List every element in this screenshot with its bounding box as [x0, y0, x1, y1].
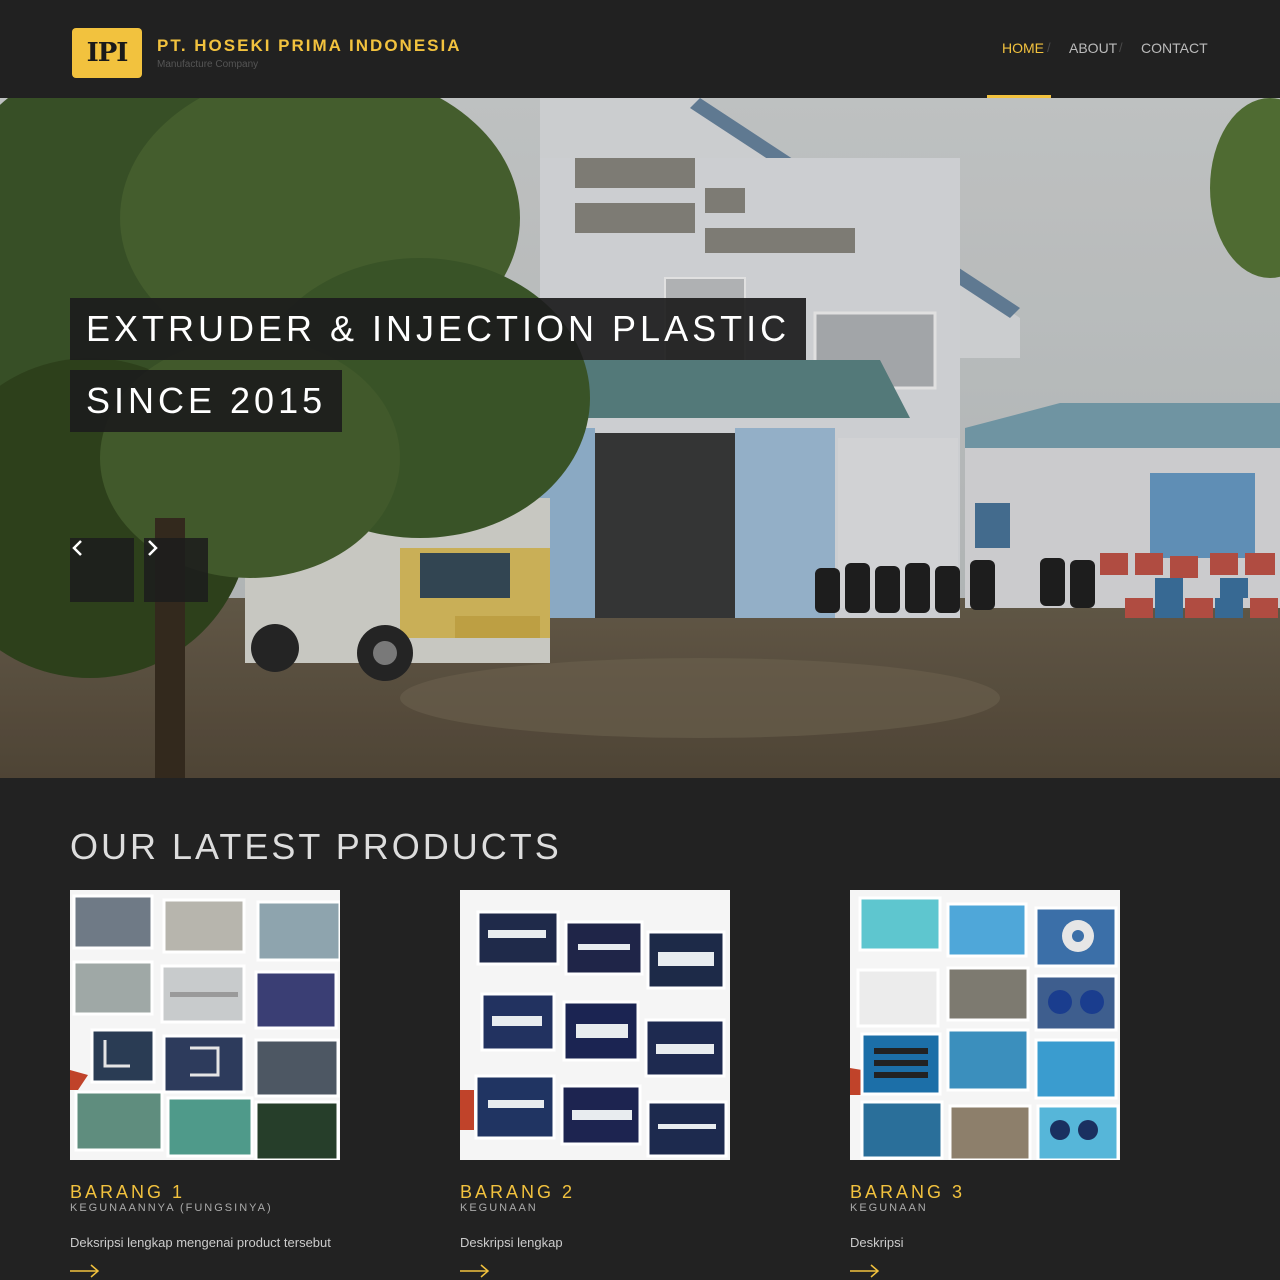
nav-about[interactable]: ABOUT	[1069, 40, 1117, 56]
hero-caption-line-1: EXTRUDER & INJECTION PLASTIC	[70, 298, 807, 360]
product-subtitle: KEGUNAANNYA (FUNGSINYA)	[70, 1202, 273, 1214]
section-title-products: OUR LATEST PRODUCTS	[70, 826, 562, 867]
product-image-2[interactable]	[460, 890, 730, 1160]
company-tagline: Manufacture Company	[157, 59, 259, 70]
hero-caption-line-2: SINCE 2015	[70, 370, 343, 432]
slider-prev-button[interactable]	[70, 538, 134, 602]
chevron-left-icon	[72, 540, 82, 556]
product-image-1[interactable]	[70, 890, 340, 1160]
product-title[interactable]: BARANG 3	[850, 1182, 965, 1203]
hero-slider: EXTRUDER & INJECTION PLASTIC SINCE 2015	[0, 98, 1280, 778]
product-card-2: BARANG 2 KEGUNAAN Deskripsi lengkap	[460, 890, 790, 1278]
nav-contact[interactable]: CONTACT	[1141, 40, 1208, 56]
logo-text: IPI	[86, 38, 129, 68]
product-collage-image	[850, 890, 1120, 1160]
arrow-right-icon[interactable]	[70, 1264, 100, 1278]
nav-separator: /	[1047, 40, 1051, 55]
nav-home[interactable]: HOME	[1002, 40, 1044, 56]
product-description: Deksripsi lengkap mengenai product terse…	[70, 1235, 331, 1250]
nav-separator: /	[1119, 40, 1123, 55]
product-subtitle: KEGUNAAN	[850, 1202, 928, 1214]
hero-factory-photo	[0, 98, 1280, 778]
product-subtitle: KEGUNAAN	[460, 1202, 538, 1214]
product-title[interactable]: BARANG 1	[70, 1182, 185, 1203]
arrow-right-icon[interactable]	[460, 1264, 490, 1278]
product-description: Deskripsi lengkap	[460, 1235, 563, 1250]
product-image-3[interactable]	[850, 890, 1120, 1160]
product-title[interactable]: BARANG 2	[460, 1182, 575, 1203]
product-card-1: BARANG 1 KEGUNAANNYA (FUNGSINYA) Deksrip…	[70, 890, 400, 1278]
product-collage-image	[460, 890, 730, 1160]
product-card-3: BARANG 3 KEGUNAAN Deskripsi	[850, 890, 1180, 1278]
chevron-right-icon	[148, 540, 158, 556]
company-name[interactable]: PT. HOSEKI PRIMA INDONESIA	[157, 36, 462, 56]
product-description: Deskripsi	[850, 1235, 904, 1250]
arrow-right-icon[interactable]	[850, 1264, 880, 1278]
site-header: IPI PT. HOSEKI PRIMA INDONESIA Manufactu…	[0, 0, 1280, 98]
slider-next-button[interactable]	[144, 538, 208, 602]
product-collage-image	[70, 890, 340, 1160]
company-logo[interactable]: IPI	[72, 28, 142, 78]
